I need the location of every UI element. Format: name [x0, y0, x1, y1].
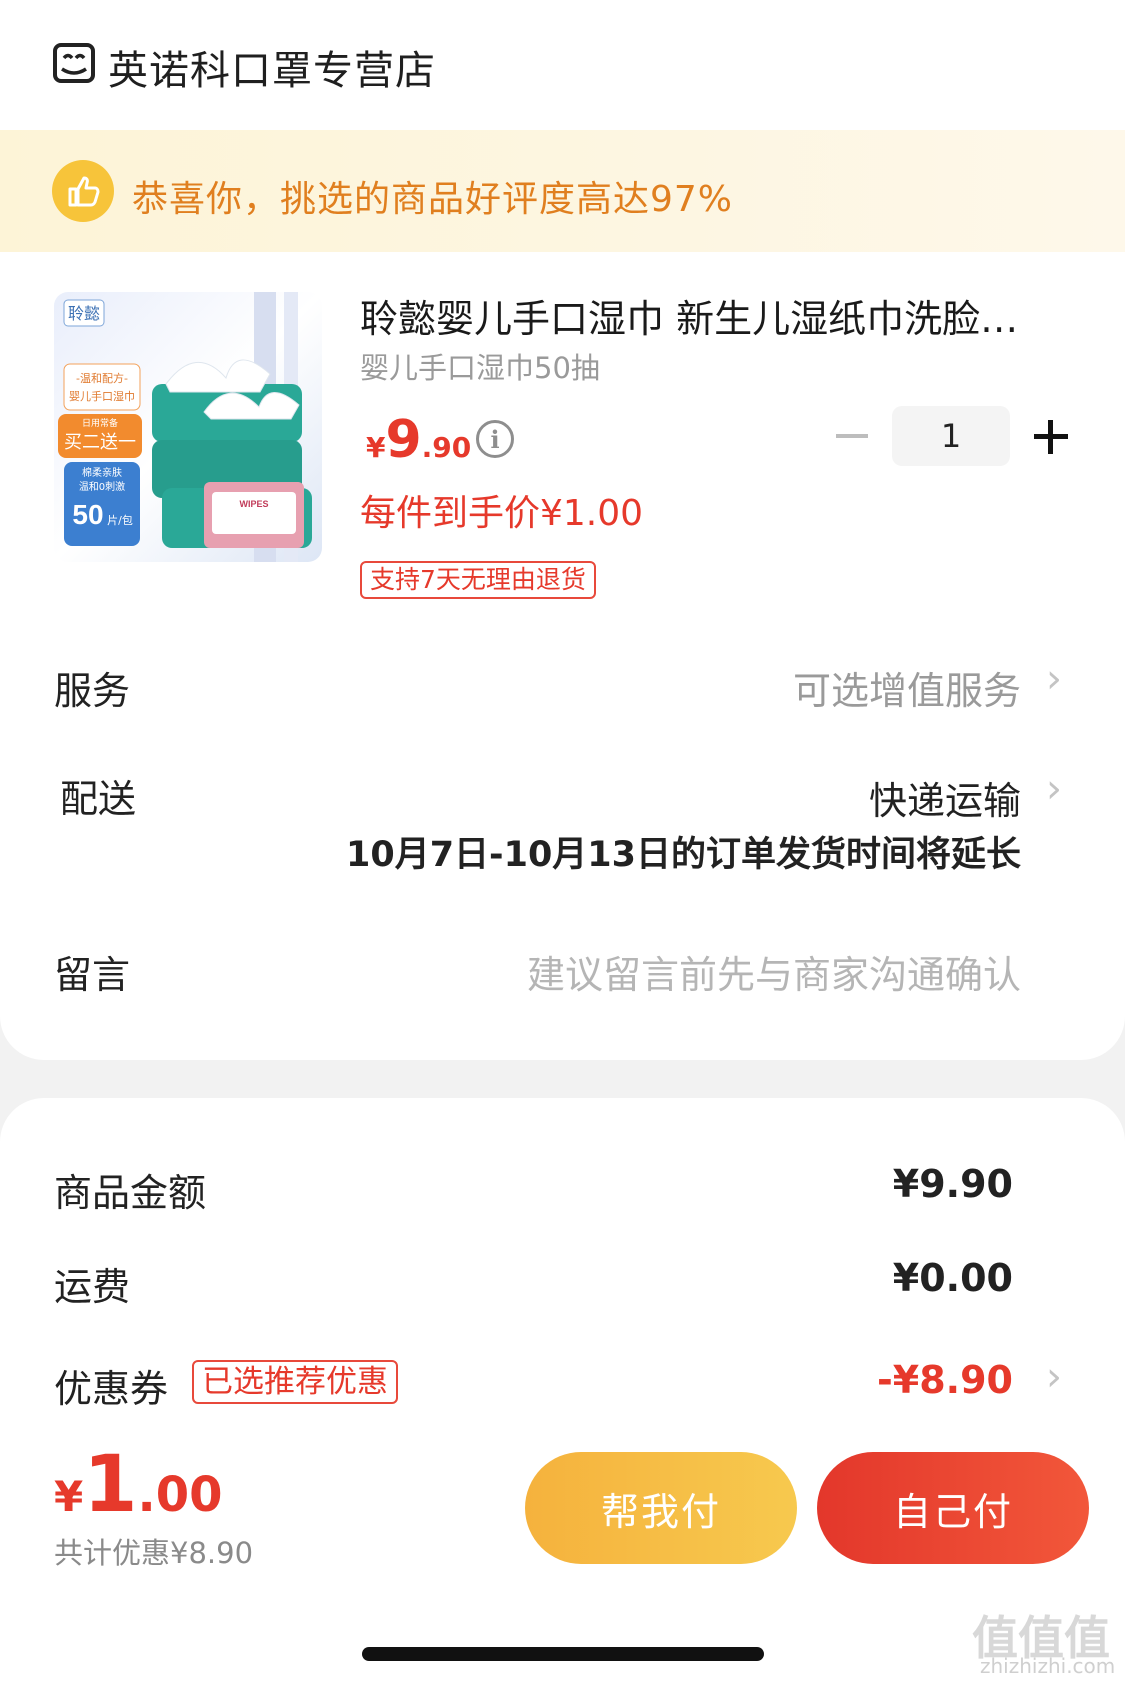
total-currency: ¥ [54, 1472, 84, 1521]
svg-text:温和0刺激: 温和0刺激 [79, 480, 125, 493]
product-price: ¥9.90 [366, 410, 471, 470]
svg-text:50: 50 [72, 499, 103, 530]
chevron-right-icon[interactable]: › [1046, 656, 1062, 702]
thumbs-up-icon [52, 160, 114, 222]
help-pay-button[interactable]: 帮我付 [525, 1452, 797, 1564]
rating-text: 恭喜你，挑选的商品好评度高达97% [132, 179, 734, 220]
coupon-label: 优惠券 [54, 1367, 169, 1411]
svg-text:-温和配方-: -温和配方- [76, 371, 128, 385]
svg-text:日用常备: 日用常备 [82, 417, 118, 429]
quantity-field[interactable]: 1 [892, 406, 1010, 466]
message-label: 留言 [54, 953, 131, 997]
home-indicator[interactable] [362, 1647, 764, 1661]
svg-text:聆懿: 聆懿 [68, 304, 100, 323]
product-spec[interactable]: 婴儿手口湿巾50抽 [360, 345, 600, 387]
return-policy-tag: 支持7天无理由退货 [360, 561, 596, 599]
shipping-label: 运费 [54, 1265, 131, 1309]
delivery-label: 配送 [60, 777, 137, 821]
svg-text:买二送一: 买二送一 [64, 432, 136, 453]
coupon-value[interactable]: -¥8.90 [877, 1358, 1013, 1402]
service-value[interactable]: 可选增值服务 [793, 660, 1021, 715]
svg-text:婴儿手口湿巾: 婴儿手口湿巾 [69, 389, 135, 403]
total-decimal: .00 [137, 1467, 223, 1523]
per-item-price: 每件到手价¥1.00 [360, 493, 644, 534]
goods-amount-label: 商品金额 [54, 1171, 207, 1215]
chevron-right-icon[interactable]: › [1046, 1354, 1062, 1400]
shipping-value: ¥0.00 [892, 1256, 1013, 1300]
delivery-method[interactable]: 快递运输 [869, 770, 1021, 825]
goods-amount-value: ¥9.90 [892, 1162, 1013, 1206]
product-title[interactable]: 聆懿婴儿手口湿巾 新生儿湿纸巾洗脸… [360, 288, 1060, 343]
info-icon[interactable]: i [476, 420, 514, 458]
chevron-right-icon[interactable]: › [1046, 766, 1062, 812]
delivery-notice: 10月7日-10月13日的订单发货时间将延长 [346, 835, 1021, 875]
product-image[interactable]: WIPES 聆懿 -温和配方- 婴儿手口湿巾 日用常备 买二送一 棉柔亲肤 温和… [54, 292, 322, 562]
store-name[interactable]: 英诺科口罩专营店 [108, 38, 436, 96]
total-price: ¥1.00 [54, 1440, 223, 1530]
store-icon [52, 42, 96, 84]
price-decimal: .90 [421, 431, 472, 464]
decrease-quantity-button[interactable] [836, 434, 868, 438]
svg-text:棉柔亲肤: 棉柔亲肤 [82, 466, 122, 479]
plus-icon[interactable] [1048, 420, 1053, 454]
self-pay-button[interactable]: 自己付 [817, 1452, 1089, 1564]
price-integer: 9 [385, 410, 422, 470]
message-input[interactable]: 建议留言前先与商家沟通确认 [527, 944, 1021, 999]
service-label: 服务 [54, 669, 131, 713]
wipes-pack-illustration: WIPES [152, 359, 312, 548]
price-currency: ¥ [366, 431, 386, 464]
coupon-tag: 已选推荐优惠 [192, 1360, 398, 1404]
svg-text:WIPES: WIPES [239, 499, 268, 509]
total-integer: 1 [83, 1440, 138, 1530]
watermark-url: zhizhizhi.com [980, 1654, 1116, 1678]
svg-text:片/包: 片/包 [107, 514, 133, 527]
total-discount: 共计优惠¥8.90 [54, 1536, 254, 1570]
